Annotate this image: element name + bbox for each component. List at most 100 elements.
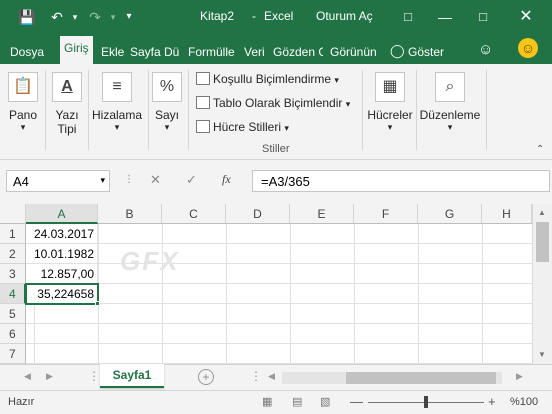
hucreler-button[interactable]: ▦ Hücreler ▾ <box>366 72 414 133</box>
name-box-value: A4 <box>13 174 29 189</box>
chevron-down-icon: ▾ <box>334 75 339 85</box>
ribbon-separator <box>486 70 487 150</box>
zoom-out-icon[interactable]: — <box>350 394 363 409</box>
collapse-ribbon-icon[interactable]: ⌃ <box>536 144 544 155</box>
hizalama-button[interactable]: ≡ Hizalama ▾ <box>90 72 144 133</box>
tab-dosya[interactable]: Dosya <box>10 45 44 59</box>
tell-me-box[interactable]: Göster <box>408 45 444 59</box>
column-header-a[interactable]: A <box>26 204 98 224</box>
duzenleme-button[interactable]: ⌕ Düzenleme ▾ <box>418 72 482 133</box>
horizontal-scrollbar[interactable] <box>282 372 502 384</box>
percent-icon: % <box>152 72 182 102</box>
yazi-tipi-label-1: Yazı <box>55 108 79 122</box>
kosullu-bicimlendirme-button[interactable]: Koşullu Biçimlendirme ▾ <box>196 72 339 86</box>
enter-formula-icon[interactable]: ✓ <box>186 172 197 188</box>
sheet-tabs-bar: ◀ ▶ ⋮ Sayfa1 + ⋮ ◀ ▶ <box>0 364 552 390</box>
formula-content: =A3/365 <box>261 174 310 189</box>
hizalama-label: Hizalama <box>91 108 142 122</box>
insert-function-icon[interactable]: fx <box>222 172 231 187</box>
cell-a2[interactable]: 10.01.1982 <box>26 244 98 264</box>
row-header-6[interactable]: 6 <box>0 324 26 344</box>
add-sheet-icon[interactable]: + <box>198 369 214 385</box>
tablo-bicimlendir-button[interactable]: Tablo Olarak Biçimlendir ▾ <box>196 96 350 110</box>
zoom-level[interactable]: %100 <box>510 396 538 408</box>
cell-a4[interactable]: 35,224658 <box>25 283 99 305</box>
customize-toolbar-icon[interactable]: ▾ <box>120 8 138 26</box>
select-all-corner[interactable] <box>0 204 26 224</box>
tab-sayfa-duzeni[interactable]: Sayfa Dü <box>130 45 182 59</box>
row-header-3[interactable]: 3 <box>0 264 26 284</box>
hscroll-thumb[interactable] <box>346 372 496 384</box>
cells-icon: ▦ <box>375 72 405 102</box>
ribbon: 📋 Pano ▾ A Yazı Tipi ≡ Hizalama ▾ % Sayı… <box>0 64 552 160</box>
chevron-down-icon: ▾ <box>20 122 26 132</box>
cell-a1[interactable]: 24.03.2017 <box>26 224 98 244</box>
scroll-down-icon[interactable]: ▼ <box>538 350 546 359</box>
zoom-slider-thumb[interactable] <box>424 396 428 408</box>
normal-view-icon[interactable]: ▦ <box>262 395 272 408</box>
cell-a3[interactable]: 12.857,00 <box>26 264 98 284</box>
clipboard-icon: 📋 <box>8 72 38 102</box>
hscroll-right-icon[interactable]: ▶ <box>516 371 523 382</box>
chevron-down-icon: ▾ <box>114 122 120 132</box>
name-box[interactable]: A4 ▾ <box>6 170 110 192</box>
save-icon[interactable]: 💾 <box>18 8 36 26</box>
chevron-down-icon: ▾ <box>100 175 105 185</box>
sheet-next-icon[interactable]: ▶ <box>46 371 53 382</box>
vertical-scrollbar[interactable]: ▲ ▼ <box>532 204 552 364</box>
row-header-4[interactable]: 4 <box>0 284 26 304</box>
sheet-more-icon: ⋮ <box>88 369 100 383</box>
magnifier-icon: ⌕ <box>435 72 465 102</box>
column-header-h[interactable]: H <box>482 204 532 224</box>
tab-veri[interactable]: Veri <box>244 45 265 59</box>
column-header-b[interactable]: B <box>98 204 162 224</box>
row-header-1[interactable]: 1 <box>0 224 26 244</box>
yazi-tipi-button[interactable]: A Yazı Tipi <box>50 72 84 136</box>
close-icon[interactable]: ✕ <box>517 8 535 26</box>
undo-dropdown-icon[interactable]: ▾ <box>66 8 84 26</box>
share-person-icon[interactable]: ☺ <box>478 41 493 58</box>
sayi-button[interactable]: % Sayı ▾ <box>150 72 184 133</box>
column-header-f[interactable]: F <box>354 204 418 224</box>
page-break-view-icon[interactable]: ▧ <box>320 395 330 408</box>
chevron-down-icon: ▾ <box>447 122 453 132</box>
row-header-2[interactable]: 2 <box>0 244 26 264</box>
ribbon-display-icon[interactable]: □ <box>399 8 417 26</box>
column-header-g[interactable]: G <box>418 204 482 224</box>
minimize-icon[interactable]: — <box>436 8 454 26</box>
undo-icon[interactable]: ↶ <box>48 8 66 26</box>
feedback-smiley-icon[interactable]: ☺ <box>518 38 538 58</box>
sheet-more-icon: ⋮ <box>250 369 262 383</box>
hscroll-left-icon[interactable]: ◀ <box>268 371 275 382</box>
scroll-up-icon[interactable]: ▲ <box>538 208 546 217</box>
title-separator: - <box>252 9 256 23</box>
row-header-5[interactable]: 5 <box>0 304 26 324</box>
column-header-e[interactable]: E <box>290 204 354 224</box>
tab-giris[interactable]: Giriş <box>60 36 93 64</box>
signin-link[interactable]: Oturum Aç <box>316 9 373 23</box>
column-header-d[interactable]: D <box>226 204 290 224</box>
ribbon-separator <box>416 70 417 150</box>
formula-input[interactable]: =A3/365 <box>252 170 550 192</box>
tab-formuller[interactable]: Formülle <box>188 45 238 59</box>
tab-gozden-gecir[interactable]: Gözden G <box>273 45 323 59</box>
cancel-formula-icon[interactable]: ✕ <box>150 172 161 188</box>
fill-handle[interactable] <box>95 301 100 306</box>
sheet-tab-sayfa1[interactable]: Sayfa1 <box>100 364 164 388</box>
table-format-icon <box>196 96 210 109</box>
maximize-icon[interactable]: □ <box>474 8 492 26</box>
zoom-in-icon[interactable]: + <box>488 394 496 409</box>
page-layout-view-icon[interactable]: ▤ <box>292 395 302 408</box>
ribbon-separator <box>362 70 363 150</box>
pano-label: Pano <box>8 108 38 122</box>
scroll-thumb[interactable] <box>536 222 549 262</box>
tab-ekle[interactable]: Ekle <box>101 45 124 59</box>
column-header-c[interactable]: C <box>162 204 226 224</box>
pano-button[interactable]: 📋 Pano ▾ <box>4 72 42 133</box>
formula-bar: A4 ▾ ⋮ ✕ ✓ fx =A3/365 <box>0 160 552 204</box>
hucre-stilleri-button[interactable]: Hücre Stilleri ▾ <box>196 120 289 134</box>
redo-icon[interactable]: ↷ <box>86 8 104 26</box>
sheet-prev-icon[interactable]: ◀ <box>24 371 31 382</box>
row-header-7[interactable]: 7 <box>0 344 26 364</box>
tab-gorunum[interactable]: Görünün <box>330 45 380 59</box>
